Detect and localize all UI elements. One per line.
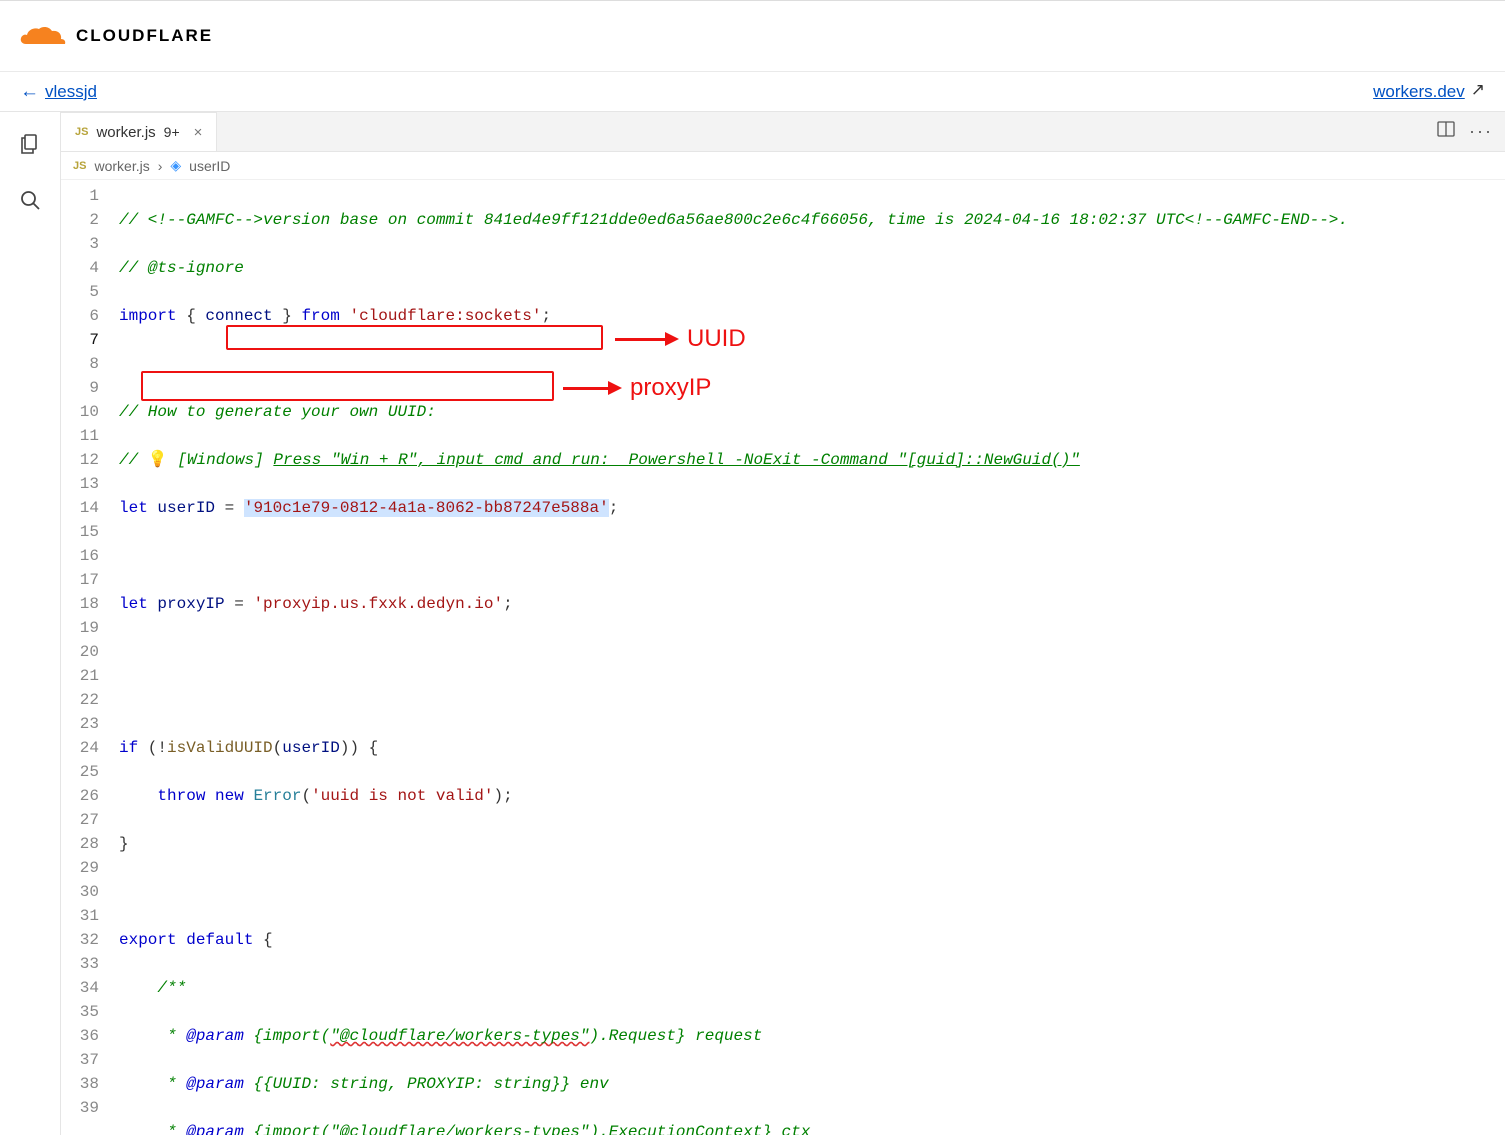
tab-worker-js[interactable]: JS worker.js 9+ ×: [61, 112, 217, 151]
bulb-icon: 💡: [148, 451, 168, 469]
activity-bar: [0, 112, 60, 1135]
cloudflare-logo[interactable]: CLOUDFLARE: [20, 24, 213, 48]
workers-dev-link[interactable]: workers.dev ↗: [1373, 82, 1485, 102]
more-icon[interactable]: ···: [1469, 121, 1493, 142]
chevron-right-icon: ›: [158, 158, 163, 174]
js-file-icon: JS: [75, 126, 88, 138]
js-file-icon: JS: [73, 160, 86, 172]
arrow-left-icon: ←: [20, 81, 39, 103]
breadcrumb[interactable]: JS worker.js › ◈ userID: [61, 152, 1505, 180]
line-gutter: 1234567891011121314151617181920212223242…: [61, 180, 115, 1135]
back-link[interactable]: ← vlessjd: [20, 81, 97, 103]
code-content[interactable]: // <!--GAMFC-->version base on commit 84…: [115, 180, 1505, 1135]
workers-dev-text[interactable]: workers.dev: [1373, 82, 1465, 102]
close-icon[interactable]: ×: [194, 124, 203, 141]
back-link-text[interactable]: vlessjd: [45, 82, 97, 102]
tab-filename: worker.js: [96, 124, 155, 141]
logo-text: CLOUDFLARE: [76, 26, 213, 46]
annotation-uuid-box: [226, 325, 603, 350]
split-editor-icon[interactable]: [1437, 121, 1455, 142]
annotation-proxyip-arrow: proxyIP: [563, 376, 711, 400]
annotation-uuid-arrow: UUID: [615, 327, 746, 351]
search-icon[interactable]: [16, 186, 44, 214]
header: CLOUDFLARE: [0, 0, 1505, 72]
code-editor[interactable]: 1234567891011121314151617181920212223242…: [61, 180, 1505, 1135]
cloud-icon: [20, 24, 70, 48]
subheader: ← vlessjd workers.dev ↗: [0, 72, 1505, 112]
tab-problem-badge: 9+: [164, 124, 180, 140]
annotation-proxyip-box: [141, 371, 554, 401]
symbol-icon: ◈: [170, 157, 181, 174]
crumb-symbol[interactable]: userID: [189, 158, 230, 174]
crumb-file[interactable]: worker.js: [94, 158, 149, 174]
external-link-icon: ↗: [1471, 80, 1485, 100]
files-icon[interactable]: [16, 130, 44, 158]
tab-bar: JS worker.js 9+ × ···: [61, 112, 1505, 152]
